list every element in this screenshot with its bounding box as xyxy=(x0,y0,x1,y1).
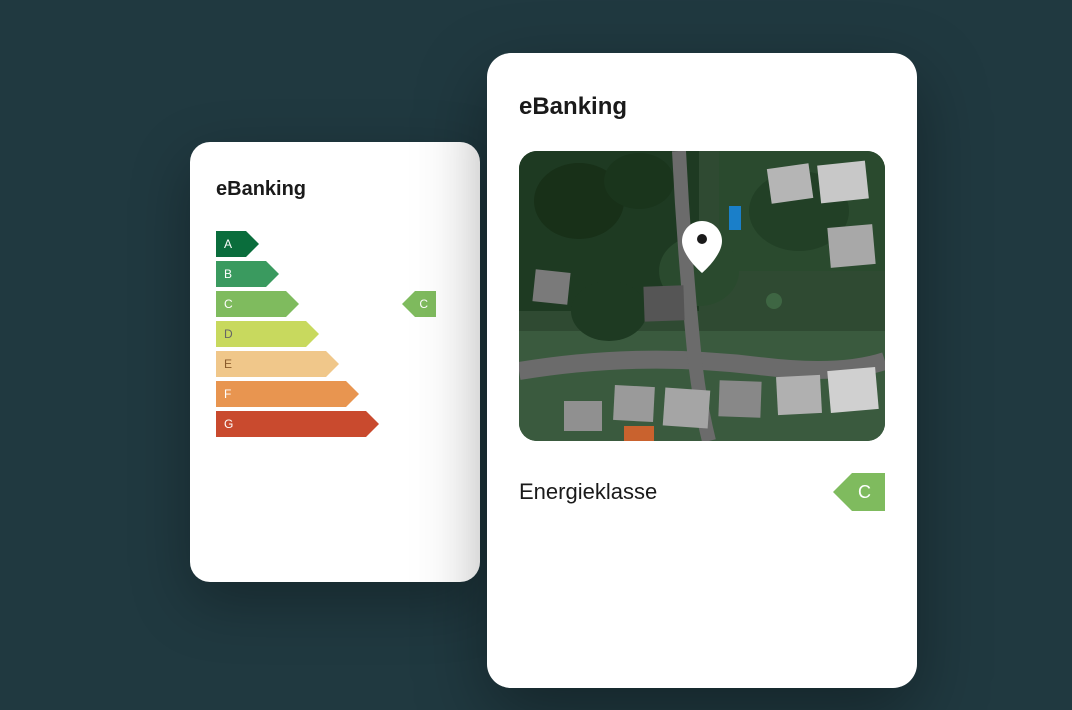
energy-bar-d: D xyxy=(216,321,306,347)
energy-row-b: B xyxy=(216,261,454,287)
energy-indicator-current: C xyxy=(415,291,436,317)
energy-class-scale: A B C C D E F G xyxy=(216,231,454,437)
energy-bar-a: A xyxy=(216,231,246,257)
energy-row-a: A xyxy=(216,231,454,257)
energy-row-c: C C xyxy=(216,291,454,317)
map-aerial-view xyxy=(519,151,885,441)
energy-bar-c: C xyxy=(216,291,286,317)
energy-result-row: Energieklasse C xyxy=(519,473,885,511)
energy-class-badge: C xyxy=(852,473,885,511)
energy-row-d: D xyxy=(216,321,454,347)
aerial-map[interactable] xyxy=(519,151,885,441)
energy-row-f: F xyxy=(216,381,454,407)
card-front-title: eBanking xyxy=(519,93,885,121)
energy-bar-b: B xyxy=(216,261,266,287)
map-pin-icon xyxy=(682,221,722,273)
card-back-title: eBanking xyxy=(216,178,454,201)
energy-bar-f: F xyxy=(216,381,346,407)
energy-bar-g: G xyxy=(216,411,366,437)
energy-class-card: eBanking A B C C D E F G xyxy=(190,142,480,582)
energy-bar-e: E xyxy=(216,351,326,377)
energy-result-label: Energieklasse xyxy=(519,479,657,505)
property-map-card: eBanking xyxy=(487,53,917,688)
energy-row-g: G xyxy=(216,411,454,437)
energy-row-e: E xyxy=(216,351,454,377)
